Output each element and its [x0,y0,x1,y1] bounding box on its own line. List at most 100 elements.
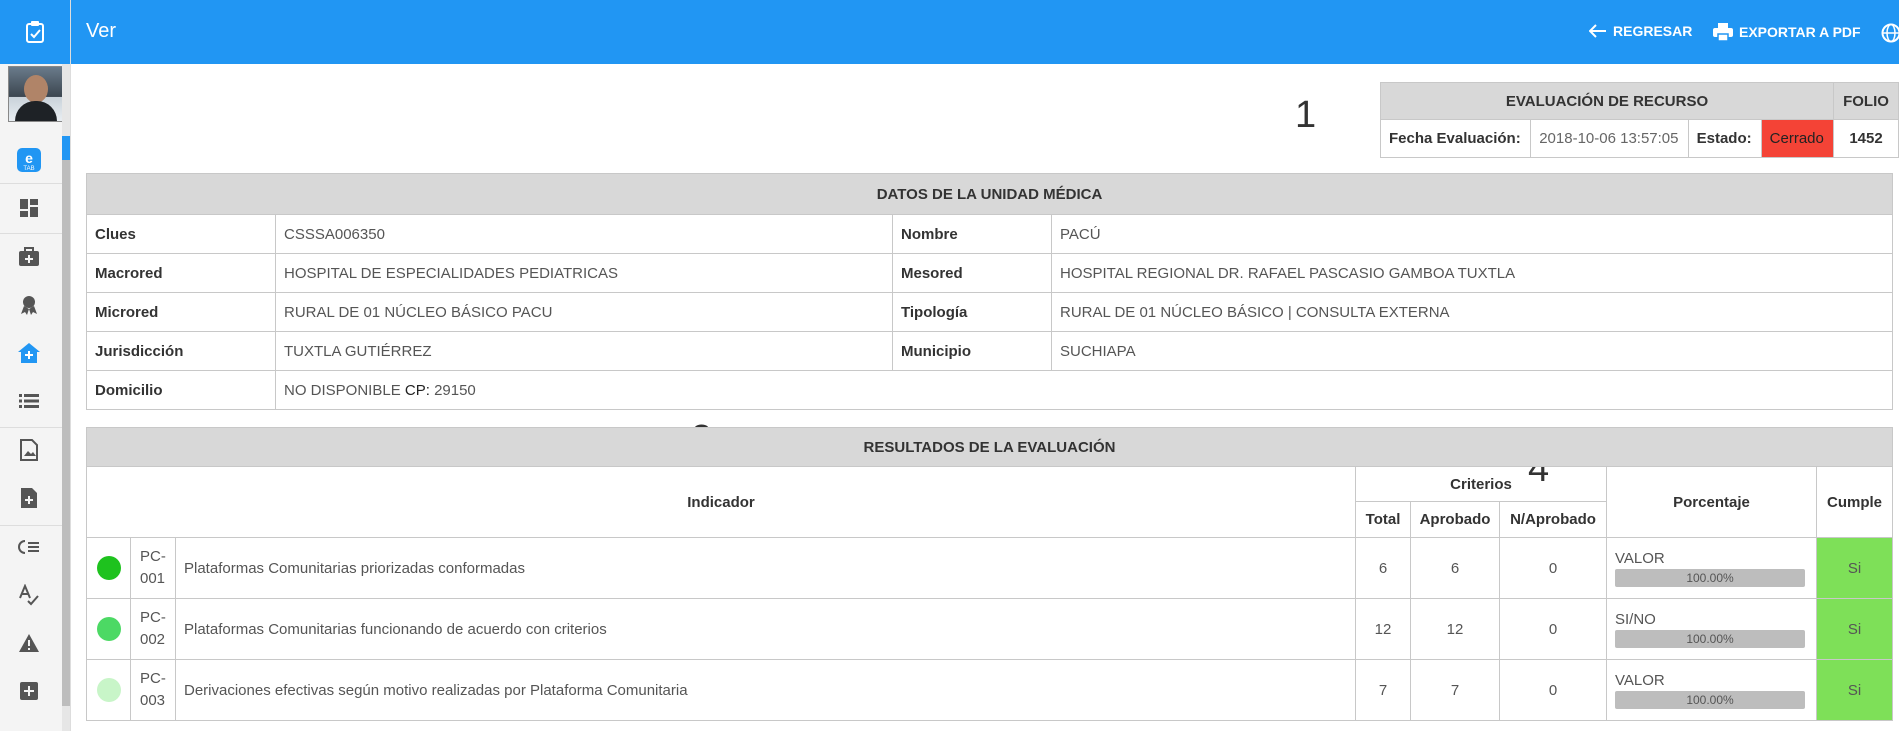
warning-icon[interactable] [0,623,58,663]
microred-label: Microred [86,292,276,332]
status-cell [86,598,131,660]
porcentaje-cell: VALOR 100.00% [1606,659,1817,721]
status-cell [86,537,131,599]
plus-box-icon[interactable] [0,671,58,711]
domicilio-value-cell: NO DISPONIBLE CP: 29150 [275,370,1893,410]
arrow-left-icon [1589,24,1606,38]
table-row: Jurisdicción TUXTLA GUTIÉRREZ Municipio … [86,331,1893,371]
cumple-cell: Si [1816,659,1893,721]
back-button-label: REGRESAR [1613,23,1693,39]
clipboard-icon [26,21,44,43]
checklist-icon[interactable] [0,527,58,567]
col-total: Total [1355,501,1411,538]
svg-text:TAB: TAB [23,166,34,172]
col-criterios: Criterios [1355,466,1607,502]
spellcheck-icon[interactable] [0,575,58,615]
svg-text:e: e [25,150,33,166]
table-row[interactable]: PC-003 Derivaciones efectivas según moti… [86,659,1893,721]
indicador-cell: Derivaciones efectivas según motivo real… [175,659,1356,721]
clues-value: CSSSA006350 [275,214,893,254]
marker-1: 1 [1295,94,1317,136]
back-button[interactable]: REGRESAR [1589,23,1692,39]
col-naprobado: N/Aprobado [1499,501,1607,538]
indicator-code: PC-002 [140,609,166,648]
table-row[interactable]: PC-001 Plataformas Comunitarias prioriza… [86,537,1893,599]
table-row: Microred RURAL DE 01 NÚCLEO BÁSICO PACU … [86,292,1893,332]
globe-icon [1881,23,1899,43]
total-cell: 12 [1355,598,1411,660]
page-title: Ver [86,20,117,42]
indicador-cell: Plataformas Comunitarias funcionando de … [175,598,1356,660]
aprobado-cell: 12 [1410,598,1500,660]
col-indicador: Indicador [86,466,1356,538]
pct-type: SI/NO [1615,610,1656,628]
progress-bar: 100.00% [1615,690,1805,709]
nombre-label: Nombre [892,214,1052,254]
progress-bar: 100.00% [1615,568,1805,587]
image-plus-icon[interactable] [0,430,58,470]
domicilio-label: Domicilio [86,370,276,410]
porcentaje-cell: SI/NO 100.00% [1606,598,1817,660]
porcentaje-cell: VALOR 100.00% [1606,537,1817,599]
code-cell: PC-002 [130,598,176,660]
mesored-value: HOSPITAL REGIONAL DR. RAFAEL PASCASIO GA… [1051,253,1893,293]
award-icon[interactable] [0,285,58,325]
col-aprobado: Aprobado [1410,501,1500,538]
clues-label: Clues [86,214,276,254]
total-cell: 7 [1355,659,1411,721]
naprobado-cell: 0 [1499,598,1607,660]
indicator-code: PC-003 [140,670,166,709]
indicador-cell: Plataformas Comunitarias priorizadas con… [175,537,1356,599]
folio-header: FOLIO [1833,82,1899,120]
fecha-label: Fecha Evaluación: [1379,119,1532,158]
evaluacion-title: EVALUACIÓN DE RECURSO [1380,82,1834,120]
printer-icon [1713,23,1733,41]
naprobado-cell: 0 [1499,659,1607,721]
jurisdiccion-label: Jurisdicción [86,331,276,371]
macrored-value: HOSPITAL DE ESPECIALIDADES PEDIATRICAS [275,253,893,293]
col-porcentaje: Porcentaje [1606,466,1817,538]
indicator-code: PC-001 [140,548,166,587]
sidebar-scroll-marker [62,136,70,160]
list-icon[interactable] [0,381,58,421]
naprobado-cell: 0 [1499,537,1607,599]
file-add-icon[interactable] [0,478,58,518]
evaluacion-table: EVALUACIÓN DE RECURSO FOLIO Fecha Evalua… [1379,82,1899,158]
aprobado-cell: 7 [1410,659,1500,721]
macrored-label: Macrored [86,253,276,293]
sidebar-scrollbar[interactable] [62,64,70,731]
language-button[interactable] [1881,23,1899,43]
municipio-value: SUCHIAPA [1051,331,1893,371]
pct-type: VALOR [1615,549,1665,567]
table-row: Domicilio NO DISPONIBLE CP: 29150 [86,370,1893,410]
sidebar-header[interactable] [0,0,70,64]
cumple-cell: Si [1816,537,1893,599]
resultados-table: RESULTADOS DE LA EVALUACIÓN Indicador Cr… [86,427,1893,721]
etab-icon[interactable]: e TAB [0,140,58,180]
total-cell: 6 [1355,537,1411,599]
resultados-title: RESULTADOS DE LA EVALUACIÓN [86,427,1893,467]
fecha-value: 2018-10-06 13:57:05 [1530,119,1689,158]
sidebar: e TAB [0,0,71,731]
estado-label: Estado: [1687,119,1762,158]
progress-bar: 100.00% [1615,629,1805,648]
status-dot [96,556,121,580]
hospital-icon[interactable] [0,333,58,373]
dashboard-icon[interactable] [0,188,58,228]
cumple-cell: Si [1816,598,1893,660]
microred-value: RURAL DE 01 NÚCLEO BÁSICO PACU [275,292,893,332]
jurisdiccion-value: TUXTLA GUTIÉRREZ [275,331,893,371]
sidebar-scroll-thumb[interactable] [62,136,70,706]
export-pdf-button[interactable]: EXPORTAR A PDF [1713,23,1861,41]
estado-badge: Cerrado [1760,119,1835,158]
aprobado-cell: 6 [1410,537,1500,599]
code-cell: PC-003 [130,659,176,721]
nombre-value: PACÚ [1051,214,1893,254]
table-row: Macrored HOSPITAL DE ESPECIALIDADES PEDI… [86,253,1893,293]
avatar[interactable] [8,66,64,122]
table-row[interactable]: PC-002 Plataformas Comunitarias funciona… [86,598,1893,660]
export-pdf-label: EXPORTAR A PDF [1739,24,1861,40]
tipologia-value: RURAL DE 01 NÚCLEO BÁSICO | CONSULTA EXT… [1051,292,1893,332]
mesored-label: Mesored [892,253,1052,293]
medical-kit-icon[interactable] [0,237,58,277]
